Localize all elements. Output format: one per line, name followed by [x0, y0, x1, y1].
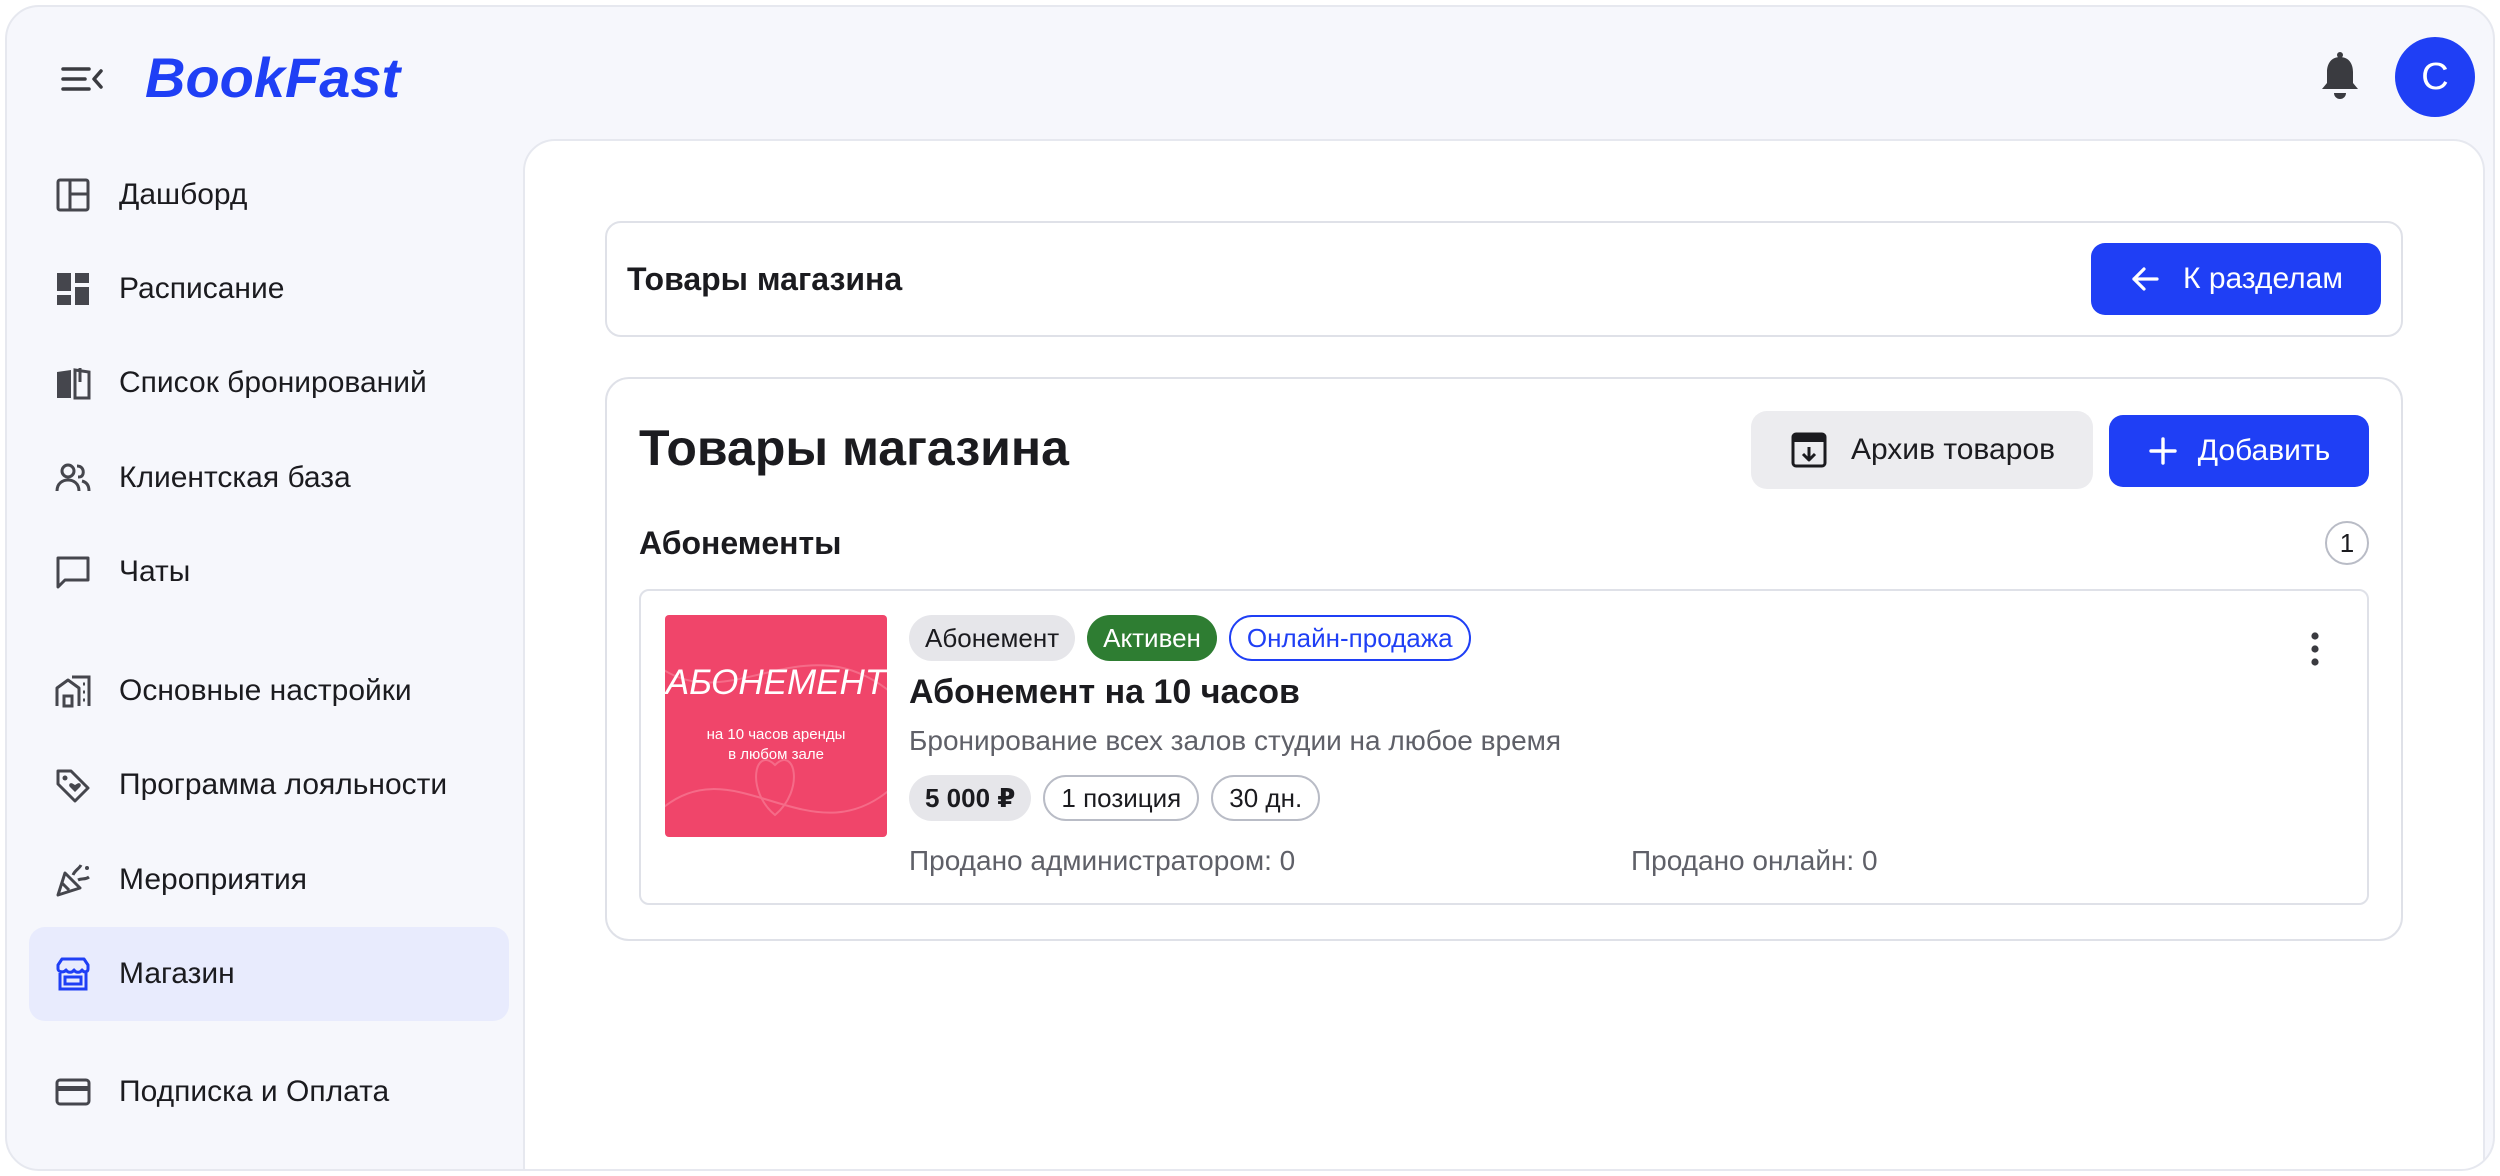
category-title: Абонементы [639, 525, 842, 561]
sidebar-item-label: Расписание [119, 272, 285, 305]
clients-icon [53, 458, 93, 498]
bookings-icon [53, 363, 93, 403]
plus-icon [2149, 437, 2177, 465]
channel-badge: Онлайн-продажа [1228, 615, 1471, 661]
section-header: Товары магазина К разделам [605, 221, 2403, 337]
sidebar-item-label: Основные настройки [119, 674, 412, 707]
sidebar-item-label: Дашборд [119, 178, 248, 211]
type-badge: Абонемент [909, 615, 1076, 661]
sidebar-item-store[interactable]: Магазин [29, 927, 509, 1021]
sidebar-item-label: Магазин [119, 957, 235, 990]
more-options-icon[interactable] [2297, 627, 2333, 671]
sold-by-admin: Продано администратором: 0 [909, 845, 1296, 876]
sidebar-item-chats[interactable]: Чаты [29, 525, 509, 619]
sidebar-item-clients[interactable]: Клиентская база [29, 431, 509, 525]
arrow-left-icon [2132, 267, 2159, 291]
sidebar-item-bookings[interactable]: Список бронирований [29, 336, 509, 430]
archive-box-icon [1791, 432, 1827, 468]
duration-chip: 30 дн. [1211, 775, 1321, 821]
thumbnail-subtitle: на 10 часов аренды в любом зале [665, 725, 887, 765]
page-title: Товары магазина [627, 261, 903, 297]
archive-button-label: Архив товаров [1850, 433, 2056, 466]
chat-icon [53, 552, 93, 592]
sidebar-item-loyalty[interactable]: Программа лояльности [29, 738, 509, 832]
back-button-label: К разделам [2183, 262, 2343, 295]
thumbnail-subtitle-line: на 10 часов аренды [706, 726, 846, 743]
price-chip: 5 000 ₽ [909, 775, 1032, 821]
sidebar-item-label: Клиентская база [119, 461, 351, 494]
product-thumbnail: АБОНЕМЕНТ на 10 часов аренды в любом зал… [665, 615, 887, 837]
sidebar-item-subscription[interactable]: Подписка и Оплата [29, 1045, 509, 1139]
sidebar-item-label: Список бронирований [119, 366, 427, 399]
thumbnail-title: АБОНЕМЕНТ [665, 663, 887, 702]
sidebar-item-label: Подписка и Оплата [119, 1075, 390, 1108]
products-panel: Товары магазина Архив товаров Добавить А… [605, 377, 2403, 941]
sidebar-item-events[interactable]: Мероприятия [29, 833, 509, 927]
sidebar-item-main-settings[interactable]: Основные настройки [29, 644, 509, 738]
app-window: BookFast С Дашборд Расписание Список бро… [5, 5, 2495, 1171]
store-icon [53, 954, 93, 994]
svg-text:BookFast: BookFast [145, 46, 402, 109]
add-product-button[interactable]: Добавить [2109, 415, 2369, 487]
positions-chip: 1 позиция [1043, 775, 1200, 821]
product-tags: Абонемент Активен Онлайн-продажа [909, 615, 1471, 661]
menu-collapse-icon[interactable] [57, 57, 109, 101]
product-chips: 5 000 ₽ 1 позиция 30 дн. [909, 775, 1321, 821]
product-name: Абонемент на 10 часов [909, 673, 1300, 711]
sidebar-item-label: Чаты [119, 555, 191, 588]
sidebar-item-label: Программа лояльности [119, 768, 448, 801]
user-avatar[interactable]: С [2395, 37, 2475, 117]
add-button-label: Добавить [2197, 434, 2331, 467]
sidebar-item-dashboard[interactable]: Дашборд [29, 148, 509, 242]
main-content: Товары магазина К разделам Товары магази… [523, 139, 2485, 1169]
sidebar-item-schedule[interactable]: Расписание [29, 242, 509, 336]
archive-button[interactable]: Архив товаров [1751, 411, 2093, 489]
loyalty-tag-icon [53, 765, 93, 805]
products-title: Товары магазина [639, 420, 1069, 476]
status-badge: Активен [1087, 615, 1217, 661]
dashboard-icon [53, 175, 93, 215]
product-card[interactable]: АБОНЕМЕНТ на 10 часов аренды в любом зал… [639, 589, 2369, 905]
sidebar-item-label: Мероприятия [119, 863, 308, 896]
sold-online: Продано онлайн: 0 [1631, 845, 1878, 876]
category-count-badge: 1 [2325, 521, 2369, 565]
bookfast-logo[interactable]: BookFast [145, 45, 435, 111]
back-to-sections-button[interactable]: К разделам [2091, 243, 2381, 315]
product-description: Бронирование всех залов студии на любое … [909, 725, 1562, 756]
schedule-icon [53, 269, 93, 309]
thumbnail-subtitle-line: в любом зале [728, 746, 824, 763]
notifications-bell-icon[interactable] [2317, 51, 2363, 103]
settings-building-icon [53, 671, 93, 711]
party-icon [53, 860, 93, 900]
credit-card-icon [53, 1072, 93, 1112]
avatar-initial: С [2421, 55, 2449, 98]
